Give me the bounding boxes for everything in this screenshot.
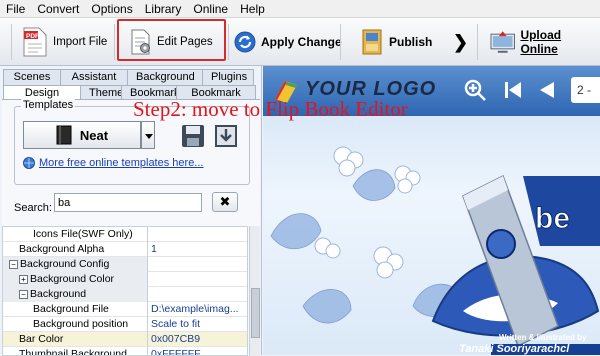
upload-online-label: Upload Online [520,28,562,56]
import-file-button[interactable]: PDF Import File [22,24,107,60]
menu-library[interactable]: Library [139,0,188,18]
edit-pages-highlight [117,19,226,61]
svg-text:be: be [535,202,570,235]
template-selector[interactable]: Neat [23,121,141,149]
property-name-text: Background [30,288,87,300]
apply-change-button[interactable]: Apply Change [234,24,342,60]
property-name: Background File [3,302,148,317]
more-templates-link[interactable]: More free online templates here... [23,157,203,169]
book-cover-illustration: be [270,146,600,355]
property-row[interactable]: Bar Color 0x007CB9 [3,332,247,347]
previous-page-icon[interactable] [537,80,557,100]
property-name-text: Bar Color [19,333,64,345]
property-row[interactable]: Background File D:\example\imag... [3,302,247,317]
menu-options[interactable]: Options [85,0,138,18]
expand-icon[interactable]: + [19,274,28,284]
more-templates-text: More free online templates here... [39,157,204,169]
property-name: Icons File(SWF Only) [3,227,148,242]
property-name-text: Background File [33,303,109,315]
refresh-icon [234,31,256,53]
credit-text: Written & Illustrated by [499,333,587,342]
property-name-text: Background Alpha [19,243,105,255]
property-name-text: Background Config [20,258,110,270]
globe-icon [23,157,35,169]
property-value[interactable]: 1 [151,242,247,256]
tab-background[interactable]: Background [127,69,203,85]
property-value[interactable]: D:\example\imag... [151,302,247,316]
toolbar-separator [114,24,115,60]
property-row[interactable]: Background position Scale to fit [3,317,247,332]
import-file-label: Import File [53,36,108,48]
toolbar-separator [228,24,229,60]
property-row[interactable]: − Background Config [3,257,247,272]
property-name: − Background Config [3,257,148,272]
templates-label: Templates [21,99,76,111]
svg-text:PDF: PDF [26,33,39,40]
tab-scenes[interactable]: Scenes [3,69,61,85]
property-row[interactable]: Icons File(SWF Only) [3,227,247,242]
menu-bar: File Convert Options Library Online Help [0,0,600,18]
save-icon [182,125,204,147]
search-row: Search: ✖ [14,192,238,214]
property-name: Bar Color [3,332,148,347]
property-name: Background Alpha [3,242,148,257]
import-template-icon [215,125,237,147]
tab-plugins[interactable]: Plugins [202,69,254,85]
property-value[interactable]: Scale to fit [151,317,247,331]
tab-row-top: Scenes Assistant Background Plugins [3,69,254,85]
property-grid-scrollbar[interactable] [249,226,260,356]
scrollbar-thumb[interactable] [251,288,260,338]
toolbar-separator [11,24,12,60]
template-dropdown-arrow[interactable] [141,121,155,149]
property-name: − Background [3,287,148,302]
template-name: Neat [79,127,109,143]
property-name-text: Background position [33,318,129,330]
property-row[interactable]: Background Alpha 1 [3,242,247,257]
collapse-icon[interactable]: − [19,289,28,299]
menu-help[interactable]: Help [234,0,271,18]
import-template-button[interactable] [213,123,241,149]
page-indicator[interactable]: 2 - [571,77,600,103]
menu-convert[interactable]: Convert [31,0,85,18]
collapse-icon[interactable]: − [9,259,18,269]
close-icon: ✖ [219,194,231,209]
pdf-file-icon: PDF [23,27,47,57]
publish-label: Publish [389,35,433,49]
save-template-button[interactable] [179,123,207,149]
publish-button[interactable]: Publish [360,24,432,60]
first-page-icon[interactable] [503,80,523,100]
property-value[interactable]: 0x007CB9 [151,332,247,346]
property-name-text: Icons File(SWF Only) [33,228,133,240]
zoom-in-icon[interactable] [463,78,487,102]
tab-assistant[interactable]: Assistant [60,69,128,85]
property-name: Background position [3,317,148,332]
toolbar-separator [340,24,341,60]
property-grid[interactable]: Icons File(SWF Only) Background Alpha 1− Ba… [2,226,248,356]
menu-file[interactable]: File [0,0,31,18]
toolbar-separator [477,24,478,60]
toolbar: PDF Import File Edit Pages Apply Change [0,18,600,66]
more-chevron-icon[interactable]: ❯ [453,24,468,60]
publish-icon [362,29,382,55]
search-input[interactable] [54,193,202,212]
upload-monitor-icon [490,31,515,53]
clear-search-button[interactable]: ✖ [212,192,238,212]
menu-online[interactable]: Online [187,0,234,18]
author-name: Tanaki Sooriyarachcl [459,343,570,355]
property-row[interactable]: + Background Color [3,272,247,287]
search-label: Search: [14,202,52,214]
property-row[interactable]: − Background [3,287,247,302]
step-annotation: Step2: move to Flip Book Editor [133,97,408,121]
apply-change-label: Apply Change [261,35,342,49]
property-name: + Background Color [3,272,148,287]
design-setting-pane: Templates Neat More free online template… [2,99,260,356]
book-icon [56,125,72,145]
upload-online-button[interactable]: Upload Online [490,24,600,60]
property-name-text: Background Color [30,273,115,285]
